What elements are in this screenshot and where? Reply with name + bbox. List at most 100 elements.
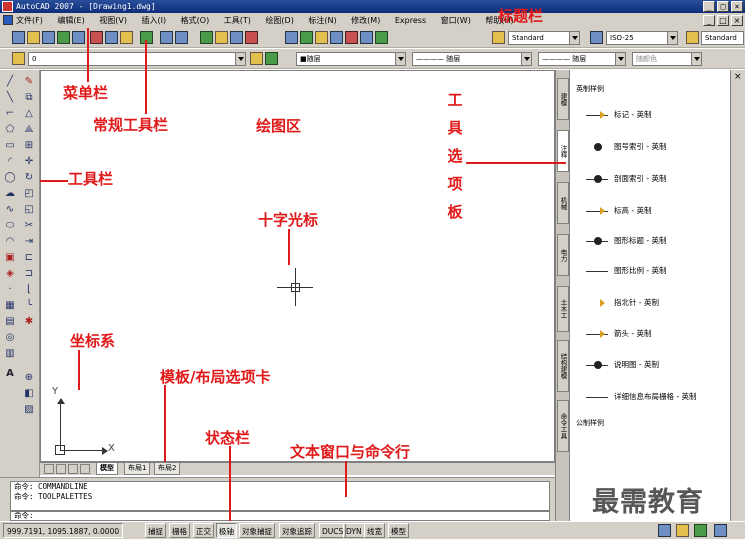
palette-item[interactable]: 图号索引 - 英制: [586, 136, 726, 158]
palette-item[interactable]: 标记 - 英制: [586, 104, 726, 126]
lineweight-combo[interactable]: ———— 随层: [538, 52, 626, 66]
table-style-icon[interactable]: [686, 31, 699, 44]
menu-file[interactable]: 文件(F): [16, 13, 43, 28]
linetype-combo[interactable]: ———— 随层: [412, 52, 532, 66]
revision-cloud-icon[interactable]: ☁: [3, 186, 17, 200]
osnap-button[interactable]: 对象捕捉: [239, 523, 275, 538]
palette-item[interactable]: 箭头 - 英制: [586, 323, 726, 345]
color-combo[interactable]: ■随层: [296, 52, 406, 66]
multiline-text-icon[interactable]: A: [3, 366, 17, 380]
make-block-icon[interactable]: ◈: [3, 266, 17, 280]
palette-item[interactable]: 说明图 - 英制: [586, 354, 726, 376]
palette-item[interactable]: 图形比例 - 英制: [586, 260, 726, 282]
views-icon[interactable]: ▨: [22, 402, 36, 416]
close-button[interactable]: ×: [731, 1, 743, 12]
menu-draw[interactable]: 绘图(D): [265, 13, 293, 28]
dim-style-icon[interactable]: [590, 31, 603, 44]
dim-style-combo[interactable]: ISO-25: [606, 31, 678, 45]
region-icon[interactable]: ◎: [3, 330, 17, 344]
lock-icon[interactable]: [676, 524, 689, 537]
construction-line-icon[interactable]: ╲: [3, 90, 17, 104]
sheet-set-icon[interactable]: [330, 31, 343, 44]
dyn-button[interactable]: DYN: [343, 523, 365, 538]
circle-icon[interactable]: ◯: [3, 170, 17, 184]
last-tab-button[interactable]: [80, 464, 90, 474]
tab-layout2[interactable]: 布局2: [154, 463, 181, 475]
polar-button[interactable]: 极轴: [216, 523, 237, 538]
scale-icon[interactable]: ◰: [22, 186, 36, 200]
layer-states-icon[interactable]: ◧: [22, 386, 36, 400]
offset-icon[interactable]: ⟁: [22, 122, 36, 136]
preview-icon[interactable]: [72, 31, 85, 44]
design-center-icon[interactable]: [300, 31, 313, 44]
rectangle-icon[interactable]: ▭: [3, 138, 17, 152]
first-tab-button[interactable]: [44, 464, 54, 474]
doc-minimize-button[interactable]: _: [703, 15, 715, 26]
make-current-icon[interactable]: [250, 52, 263, 65]
palette-tab-command-tools[interactable]: 命令工具: [557, 400, 569, 452]
palette-item[interactable]: 指北针 - 英制: [586, 292, 726, 314]
menu-view[interactable]: 视图(V): [99, 13, 127, 28]
tab-model[interactable]: 模型: [96, 463, 118, 475]
ellipse-icon[interactable]: ⬭: [3, 218, 17, 232]
palette-titlebar[interactable]: ×: [730, 70, 745, 521]
undo-icon[interactable]: [160, 31, 173, 44]
copy-object-icon[interactable]: ⧉: [22, 90, 36, 104]
palette-item[interactable]: 剖面索引 - 英制: [586, 168, 726, 190]
paste-icon[interactable]: [120, 31, 133, 44]
move-icon[interactable]: ✛: [22, 154, 36, 168]
cut-icon[interactable]: [90, 31, 103, 44]
stretch-icon[interactable]: ◱: [22, 202, 36, 216]
menu-insert[interactable]: 插入(I): [142, 13, 167, 28]
palette-tab-electrical[interactable]: 电力: [557, 234, 569, 276]
communication-center-icon[interactable]: [658, 524, 671, 537]
insert-block-icon[interactable]: ▣: [3, 250, 17, 264]
command-line-input[interactable]: 命令:: [10, 511, 550, 521]
snap-button[interactable]: 捕捉: [145, 523, 166, 538]
trim-icon[interactable]: ✂: [22, 218, 36, 232]
break-icon[interactable]: ⊏: [22, 250, 36, 264]
menu-express[interactable]: Express: [395, 13, 426, 28]
palette-tab-mechanical[interactable]: 机械: [557, 182, 569, 224]
qnew-icon[interactable]: [12, 31, 25, 44]
table-style-combo[interactable]: Standard: [701, 31, 744, 45]
markup-icon[interactable]: [345, 31, 358, 44]
coordinate-readout[interactable]: 999.7191, 1095.1887, 0.0000: [3, 523, 124, 538]
palette-item[interactable]: 图形标题 - 英制: [586, 230, 726, 252]
menu-dimension[interactable]: 标注(N): [308, 13, 336, 28]
pan-icon[interactable]: [200, 31, 213, 44]
next-tab-button[interactable]: [68, 464, 78, 474]
lineweight-button[interactable]: 线宽: [364, 523, 385, 538]
spline-icon[interactable]: ∿: [3, 202, 17, 216]
join-icon[interactable]: ⊐: [22, 266, 36, 280]
tab-layout1[interactable]: 布局1: [124, 463, 151, 475]
quickcalc-icon[interactable]: [360, 31, 373, 44]
polygon-icon[interactable]: ⬠: [3, 122, 17, 136]
tray-settings-icon[interactable]: [694, 524, 707, 537]
prev-tab-button[interactable]: [56, 464, 66, 474]
layer-previous-icon[interactable]: [265, 52, 278, 65]
array-icon[interactable]: ⊞: [22, 138, 36, 152]
gradient-icon[interactable]: ▤: [3, 314, 17, 328]
rotate-icon[interactable]: ↻: [22, 170, 36, 184]
point-icon[interactable]: ·: [3, 282, 17, 296]
menu-modify[interactable]: 修改(M): [351, 13, 380, 28]
menu-edit[interactable]: 编辑(E): [57, 13, 84, 28]
explode-icon[interactable]: ✱: [22, 314, 36, 328]
polyline-icon[interactable]: ⌐: [3, 106, 17, 120]
table-icon[interactable]: ▥: [3, 346, 17, 360]
layer-combo[interactable]: 0: [28, 52, 246, 66]
arc-icon[interactable]: ◜: [3, 154, 17, 168]
text-style-combo[interactable]: Standard: [508, 31, 580, 45]
zoom-window-icon[interactable]: [230, 31, 243, 44]
menu-tools[interactable]: 工具(T): [224, 13, 251, 28]
palette-close-icon[interactable]: ×: [734, 72, 742, 82]
menu-format[interactable]: 格式(O): [181, 13, 210, 28]
document-icon[interactable]: [3, 15, 13, 25]
zoom-realtime-icon[interactable]: [215, 31, 228, 44]
erase-icon[interactable]: ✎: [22, 74, 36, 88]
mirror-icon[interactable]: △: [22, 106, 36, 120]
save-icon[interactable]: [42, 31, 55, 44]
palette-item[interactable]: 详细信息布局栅格 - 英制: [586, 386, 726, 408]
tool-palettes-icon[interactable]: [315, 31, 328, 44]
